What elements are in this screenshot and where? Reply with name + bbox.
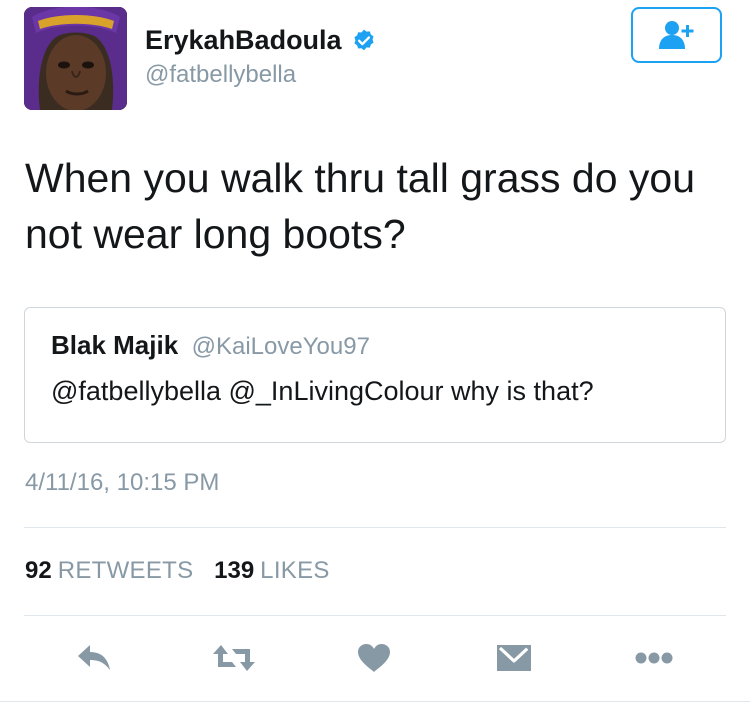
divider [0,701,750,702]
retweets-stat[interactable]: 92 RETWEETS [25,557,214,584]
verified-badge-icon [351,28,377,54]
retweet-button[interactable] [212,638,256,678]
retweets-count: 92 [25,557,52,584]
avatar[interactable] [24,7,127,110]
more-options-icon [635,652,673,664]
reply-button[interactable] [72,638,116,678]
likes-label: LIKES [260,557,330,584]
add-user-icon [658,21,693,49]
profile-photo [24,7,127,110]
tweet-text: When you walk thru tall grass do you not… [25,150,715,262]
tweet-timestamp: 4/11/16, 10:15 PM [25,469,220,496]
quoted-tweet-card[interactable]: Blak Majik @KaiLoveYou97 @fatbellybella … [24,307,726,443]
quoted-tweet-author-handle: @KaiLoveYou97 [191,333,370,360]
divider [24,615,726,616]
author-handle[interactable]: @fatbellybella [145,61,296,89]
tweet-detail-view: ErykahBadoula @fatbellybella When you wa… [0,0,750,710]
follow-button[interactable] [631,7,722,63]
more-options-button[interactable] [632,638,676,678]
divider [24,527,726,528]
tweet-text-line: When you walk thru tall grass do you [25,155,695,201]
like-button[interactable] [352,638,396,678]
likes-stat[interactable]: 139 LIKES [214,557,344,584]
tweet-text-line: not wear long boots? [25,211,406,257]
retweets-label: RETWEETS [57,557,194,584]
author-display-name[interactable]: ErykahBadoula [145,25,342,56]
likes-count: 139 [214,557,255,584]
tweet-stats: 92 RETWEETS 139 LIKES [25,557,344,585]
quoted-tweet-author-name: Blak Majik [51,330,179,360]
reply-icon [78,645,110,670]
direct-message-icon [497,645,531,671]
direct-message-button[interactable] [492,638,536,678]
retweet-icon [213,645,255,671]
author-display-name-row[interactable]: ErykahBadoula [145,25,377,56]
quoted-tweet-header: Blak Majik @KaiLoveYou97 [51,330,370,361]
quoted-tweet-text: @fatbellybella @_InLivingColour why is t… [51,376,594,406]
like-heart-icon [358,644,390,672]
